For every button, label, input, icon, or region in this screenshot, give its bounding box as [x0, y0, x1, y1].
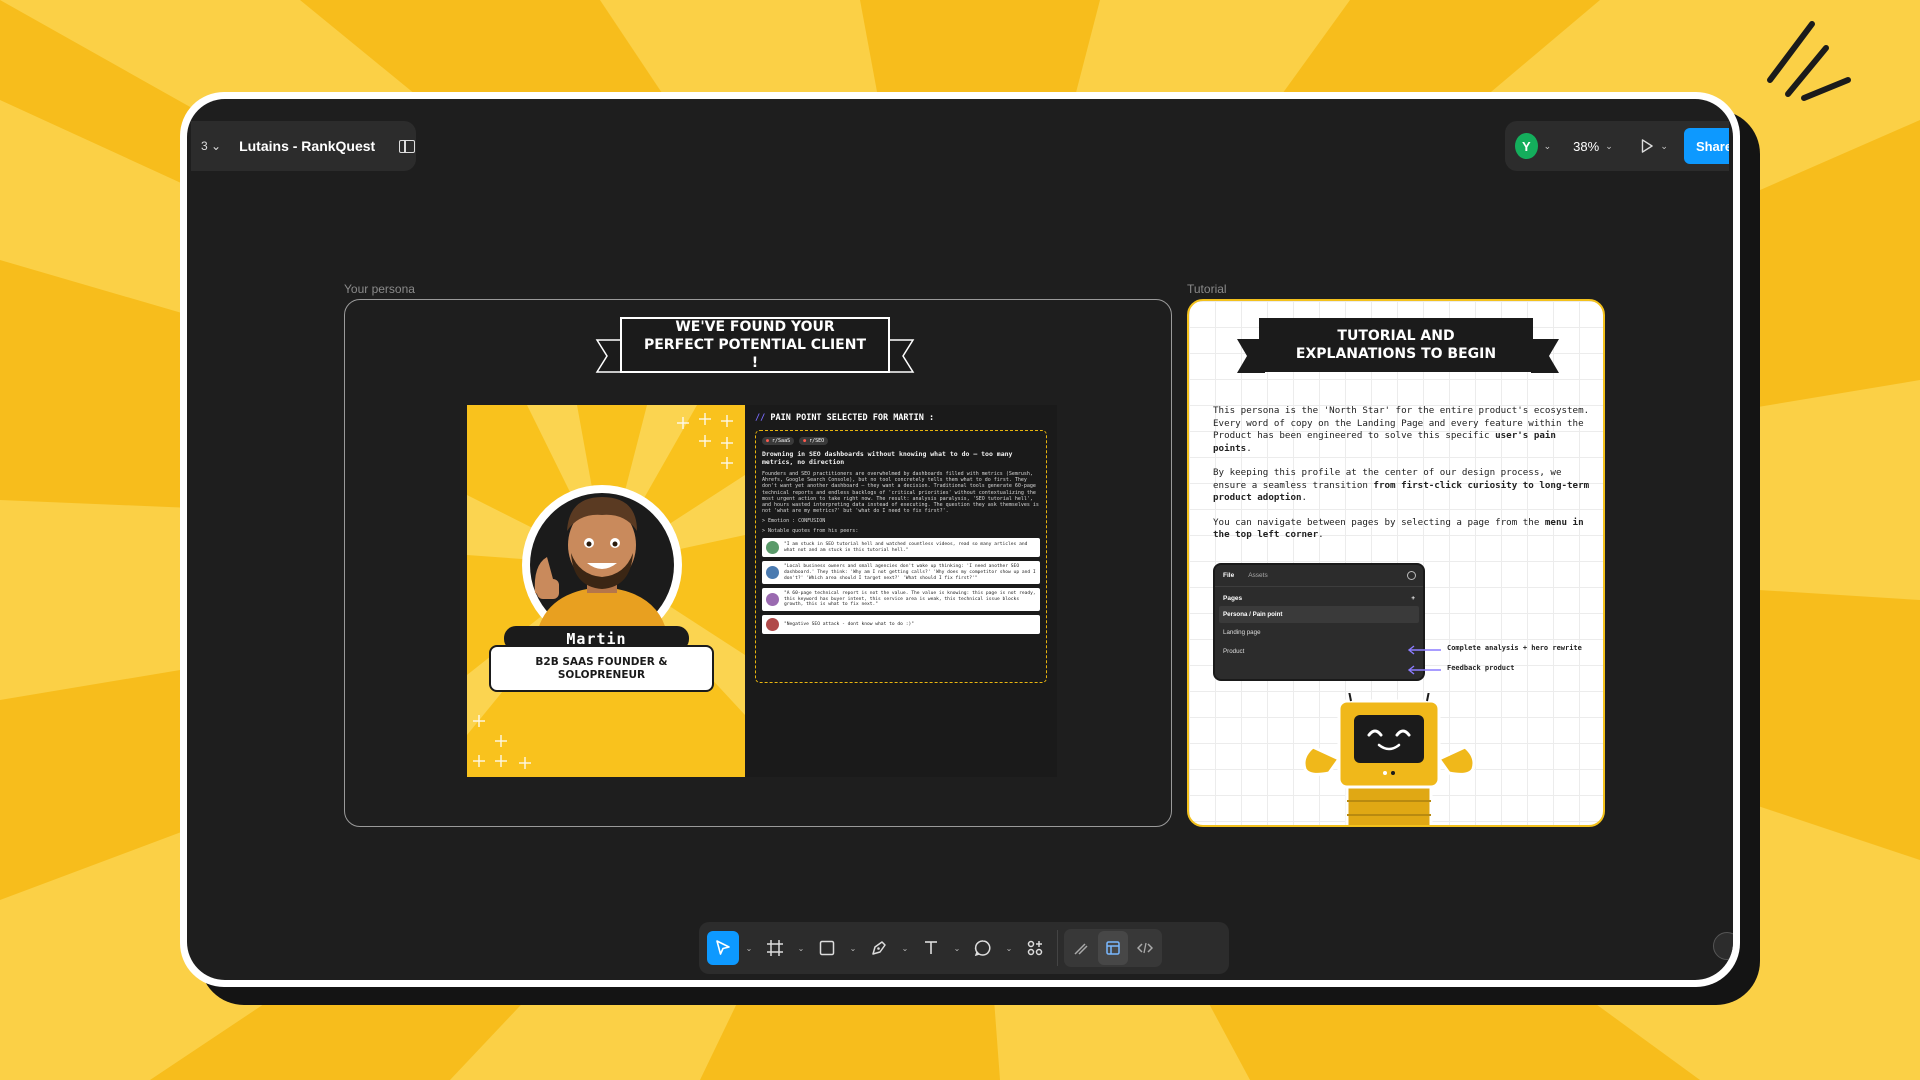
- tag: ● r/SaaS: [762, 437, 795, 445]
- chevron-down-icon[interactable]: ⌄: [791, 944, 811, 953]
- pain-point-card: // PAIN POINT SELECTED FOR MARTIN : ● r/…: [745, 405, 1057, 777]
- chevron-down-icon[interactable]: ⌄: [739, 944, 759, 953]
- frame-tool-button[interactable]: [759, 931, 791, 965]
- chevron-down-icon[interactable]: ⌄: [1605, 141, 1613, 152]
- file-toolbar: 3 ⌄ Lutains - RankQuest: [191, 121, 416, 171]
- zoom-level[interactable]: 38%: [1573, 139, 1599, 154]
- design-mode-button[interactable]: [1098, 931, 1128, 965]
- draw-mode-button[interactable]: [1066, 931, 1096, 965]
- source-tags: ● r/SaaS ● r/SEO: [762, 437, 1040, 445]
- quote-item: "I am stuck in SEO tutorial hell and wat…: [762, 538, 1040, 558]
- quote-avatar: [766, 617, 779, 631]
- bottom-toolbar: ⌄ ⌄ ⌄ ⌄ ⌄ ⌄: [699, 922, 1229, 974]
- quotes-label: > Notable quotes from his peers:: [762, 528, 859, 535]
- tab-file: File: [1223, 572, 1235, 579]
- tutorial-paragraph: By keeping this profile at the center of…: [1213, 467, 1590, 503]
- draw-icon: [1074, 943, 1088, 955]
- quote-avatar: [766, 593, 779, 607]
- page-item-product: Product: [1223, 648, 1245, 655]
- pain-point-title: // PAIN POINT SELECTED FOR MARTIN :: [755, 413, 935, 423]
- design-icon: [1106, 941, 1120, 955]
- persona-frame-label[interactable]: Your persona: [344, 282, 415, 296]
- quote-text: "Local business owners and small agencie…: [784, 564, 1036, 581]
- tutorial-frame[interactable]: TUTORIAL AND EXPLANATIONS TO BEGIN This …: [1187, 299, 1605, 827]
- quote-item: "A 60-page technical report is not the v…: [762, 588, 1040, 611]
- search-icon: [1407, 571, 1416, 580]
- robot-mascot: [1302, 693, 1476, 825]
- right-toolbar: Y ⌄ 38% ⌄ ⌄ Share: [1505, 121, 1729, 171]
- device-frame: 3 ⌄ Lutains - RankQuest Y ⌄ 38% ⌄ ⌄ Shar…: [180, 92, 1740, 987]
- figma-canvas[interactable]: 3 ⌄ Lutains - RankQuest Y ⌄ 38% ⌄ ⌄ Shar…: [187, 99, 1733, 980]
- arrow-left-icon: [1407, 665, 1441, 675]
- chevron-down-icon[interactable]: ⌄: [1660, 141, 1668, 152]
- persona-role: B2B SAAS FOUNDER & SOLOPRENEUR: [489, 645, 714, 692]
- help-button[interactable]: [1713, 932, 1733, 960]
- arrow-left-icon: [1407, 645, 1441, 655]
- persona-card: Martin B2B SAAS FOUNDER & SOLOPRENEUR: [467, 405, 745, 777]
- tutorial-frame-label[interactable]: Tutorial: [1187, 282, 1227, 296]
- toolbar-divider: [1057, 930, 1058, 966]
- quote-item: "Local business owners and small agencie…: [762, 561, 1040, 585]
- chevron-down-icon[interactable]: ⌄: [1544, 141, 1552, 152]
- actions-icon: [1027, 940, 1043, 956]
- cursor-icon: [716, 940, 730, 955]
- martin-avatar: [522, 485, 682, 633]
- dev-mode-button[interactable]: [1130, 931, 1160, 965]
- rectangle-tool-button[interactable]: [811, 931, 843, 965]
- file-title[interactable]: Lutains - RankQuest: [239, 138, 375, 154]
- chevron-down-icon[interactable]: ⌄: [895, 944, 915, 953]
- rectangle-icon: [819, 940, 835, 956]
- move-tool-button[interactable]: [707, 931, 739, 965]
- tag: ● r/SEO: [799, 437, 829, 445]
- chevron-down-icon[interactable]: ⌄: [947, 944, 967, 953]
- tutorial-text: This persona is the 'North Star' for the…: [1213, 405, 1593, 554]
- page-item-persona: Persona / Pain point: [1219, 606, 1419, 623]
- quote-avatar: [766, 566, 779, 580]
- tab-assets: Assets: [1248, 572, 1268, 579]
- actions-tool-button[interactable]: [1019, 931, 1051, 965]
- quote-text: "I am stuck in SEO tutorial hell and wat…: [784, 542, 1028, 553]
- comment-tool-button[interactable]: [967, 931, 999, 965]
- user-avatar[interactable]: Y: [1515, 133, 1538, 159]
- toggle-panel-icon[interactable]: [399, 139, 416, 153]
- pages-panel-preview: File Assets Pages + Persona / Pain point…: [1213, 563, 1425, 681]
- persona-frame[interactable]: WE'VE FOUND YOUR PERFECT POTENTIAL CLIEN…: [344, 299, 1172, 827]
- frame-icon: [767, 940, 783, 956]
- code-icon: [1137, 942, 1153, 954]
- present-play-icon[interactable]: [1639, 137, 1655, 155]
- persona-banner: WE'VE FOUND YOUR PERFECT POTENTIAL CLIEN…: [620, 317, 890, 373]
- tutorial-banner: TUTORIAL AND EXPLANATIONS TO BEGIN: [1259, 318, 1533, 372]
- share-button[interactable]: Share: [1683, 128, 1729, 164]
- quote-avatar: [766, 541, 779, 555]
- tutorial-paragraph: This persona is the 'North Star' for the…: [1213, 405, 1590, 454]
- mode-switcher: [1064, 929, 1162, 967]
- tutorial-paragraph: You can navigate between pages by select…: [1213, 516, 1584, 541]
- annotation-landing: Complete analysis + hero rewrite: [1447, 644, 1582, 652]
- comment-icon: [974, 940, 991, 957]
- text-icon: [925, 941, 937, 954]
- pen-tool-button[interactable]: [863, 931, 895, 965]
- chevron-down-icon[interactable]: ⌄: [843, 944, 863, 953]
- add-page-icon: +: [1411, 595, 1415, 602]
- pages-header: Pages +: [1223, 595, 1415, 602]
- quote-text: "Negative SEO attack - dont know what to…: [784, 621, 914, 627]
- panel-tabs: File Assets: [1215, 565, 1423, 587]
- main-menu-button[interactable]: 3 ⌄: [201, 139, 221, 153]
- pain-point-box: ● r/SaaS ● r/SEO Drowning in SEO dashboa…: [755, 430, 1047, 683]
- pain-headline: Drowning in SEO dashboards without knowi…: [762, 450, 1013, 466]
- annotation-product: Feedback product: [1447, 664, 1515, 672]
- pain-description: Founders and SEO practitioners are overw…: [762, 471, 1039, 515]
- emotion-label: > Emotion : CONFUSION: [762, 518, 826, 525]
- sparkle-doodle-icon: [1767, 21, 1851, 101]
- pen-icon: [872, 941, 886, 955]
- text-tool-button[interactable]: [915, 931, 947, 965]
- quote-item: "Negative SEO attack - dont know what to…: [762, 614, 1040, 634]
- quote-text: "A 60-page technical report is not the v…: [784, 591, 1036, 608]
- page-item-landing: Landing page: [1223, 629, 1261, 636]
- chevron-down-icon[interactable]: ⌄: [999, 944, 1019, 953]
